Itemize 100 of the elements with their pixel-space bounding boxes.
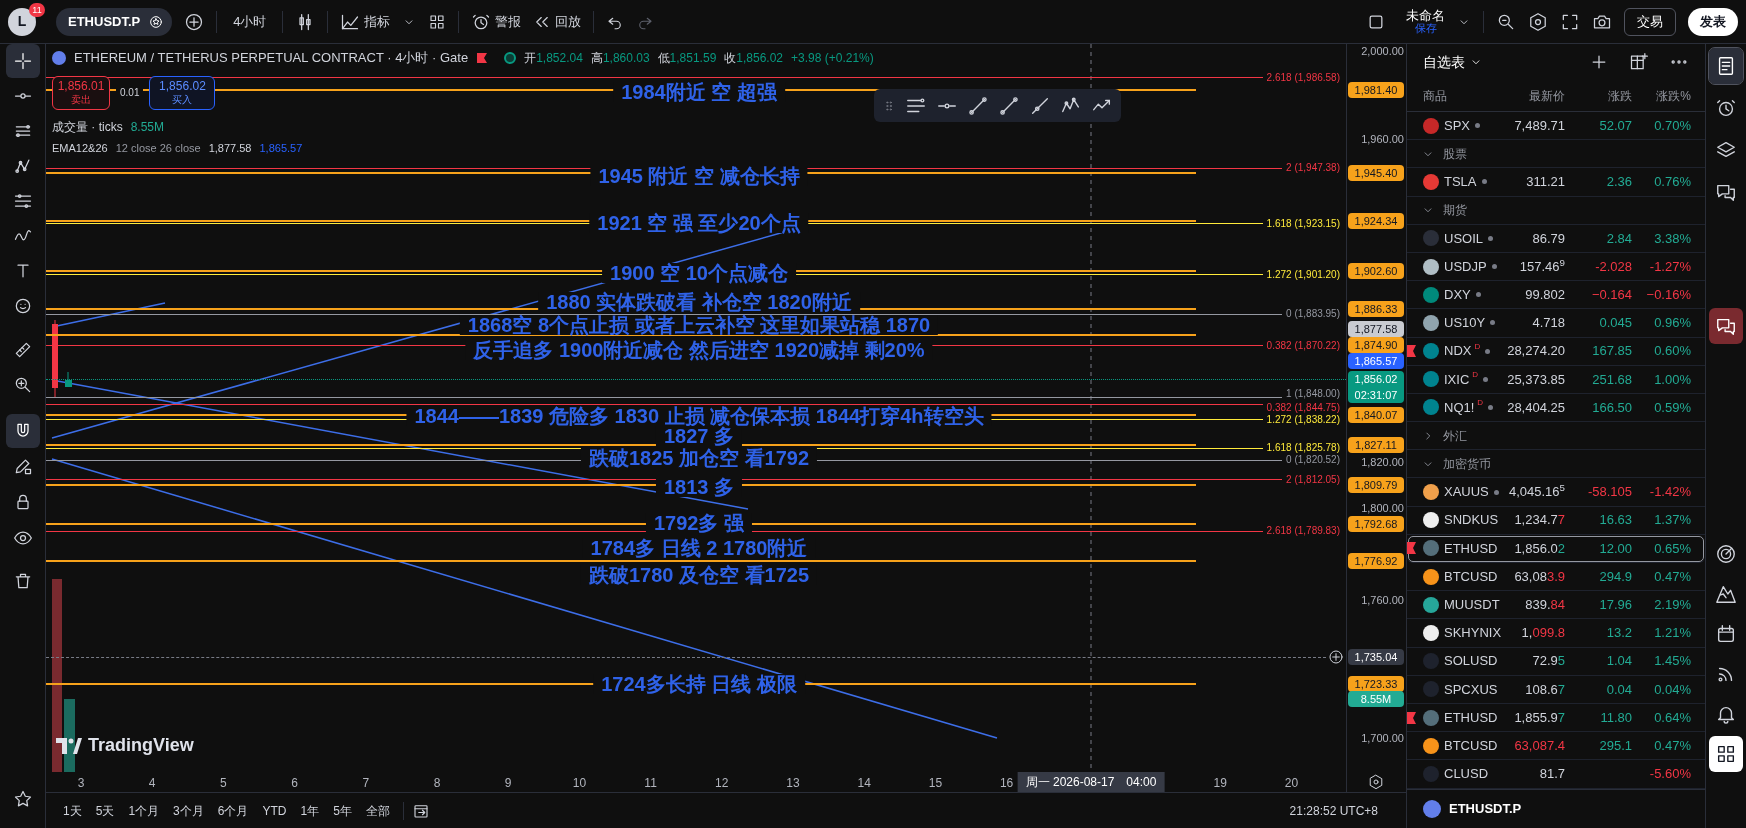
section-label[interactable]: 加密货币 [1443, 454, 1491, 473]
alert-button[interactable]: 警报 [471, 11, 522, 32]
range-button[interactable]: 1个月 [123, 798, 165, 823]
last-price: 1,234.77 [1513, 511, 1565, 530]
templates-grid-icon[interactable] [428, 12, 447, 31]
chart-annotation: 1921 空 强 至少20个点 [589, 213, 809, 233]
range-button[interactable]: 5年 [328, 798, 357, 823]
range-button[interactable]: 1年 [295, 798, 325, 823]
chart-annotation: 1945 附近 空 减仓长持 [590, 166, 808, 186]
section-label[interactable]: 期货 [1443, 201, 1467, 220]
watchlist-row[interactable]: USOIL 86.79 2.84 3.38% [1407, 224, 1705, 253]
symbol-details-title[interactable]: ETHUSDT.P [1449, 799, 1522, 819]
price-axis-label: 1,960.00 [1360, 132, 1404, 147]
price-change: 11.80 [1599, 708, 1632, 727]
trend-line-icon[interactable] [967, 94, 989, 117]
settings-icon[interactable] [1528, 11, 1548, 32]
watchlist-row[interactable]: SPCXUS 108.67 0.04 0.04% [1407, 675, 1705, 704]
price-change: 0.04 [1605, 680, 1632, 699]
column-header[interactable]: 最新价 [1501, 86, 1565, 105]
time-axis-label: 9 [504, 775, 512, 792]
range-button[interactable]: YTD [257, 798, 292, 823]
ohlc-value: 开1,852.04 [524, 49, 583, 67]
watchlist-row[interactable]: SOLUSD 72.95 1.04 1.45% [1407, 647, 1705, 676]
last-price: 63,087.4 [1513, 736, 1565, 755]
symbol-search-button[interactable]: ETHUSDT.P [56, 7, 173, 36]
flag-icon[interactable] [476, 51, 489, 64]
range-button[interactable]: 3个月 [168, 798, 209, 823]
watchlist-row[interactable]: DXY 99.802 −0.164 −0.16% [1407, 281, 1705, 310]
percent-change: 0.96% [1653, 314, 1691, 333]
interval-button[interactable]: 4小时 [229, 11, 271, 32]
last-price: 86.79 [1531, 229, 1565, 248]
watchlist-row[interactable]: CLUSD 81.7 -5.60% [1407, 760, 1705, 789]
flag-icon[interactable] [1407, 711, 1416, 724]
watchlist-row[interactable]: BTCUSD 63,087.4 295.1 0.47% [1407, 732, 1705, 761]
buy-button[interactable]: 1,856.02 买入 [149, 75, 216, 110]
table-icon[interactable] [1629, 52, 1649, 72]
replay-button[interactable]: 回放 [533, 11, 582, 32]
trade-button[interactable]: 交易 [1624, 7, 1676, 36]
chart-annotation: 1813 多 [655, 477, 743, 497]
section-label[interactable]: 股票 [1443, 144, 1467, 163]
price-change: 13.2 [1605, 624, 1632, 643]
range-button[interactable]: 1天 [58, 798, 87, 823]
watchlist-row[interactable]: US10Y 4.718 0.045 0.96% [1407, 309, 1705, 338]
column-header[interactable]: 商品 [1407, 86, 1501, 105]
price-change: 295.1 [1598, 736, 1632, 755]
magnet-tool-button[interactable] [5, 414, 40, 448]
watchlist-row[interactable]: ETHUSD 1,855.97 11.80 0.64% [1407, 703, 1705, 733]
range-button[interactable]: 5天 [90, 798, 120, 823]
crosshair-icon [12, 51, 33, 71]
column-header[interactable]: 涨跌 [1565, 86, 1632, 105]
flag-icon[interactable] [1407, 345, 1416, 358]
watchlist-row[interactable]: SNDKUS 1,234.77 16.63 1.37% [1407, 506, 1705, 535]
indicator-value: 1,877.58 [208, 140, 252, 156]
trend-line-icon[interactable] [998, 94, 1020, 117]
mountains-icon [1715, 583, 1737, 605]
watchlist-row[interactable]: SPX 7,489.71 52.07 0.70% [1407, 112, 1705, 141]
symbol-name: MUUSDT [1444, 596, 1500, 615]
price-axis-label: 1,800.00 [1360, 500, 1404, 515]
clock-text[interactable]: 21:28:52 UTC+8 [1289, 801, 1394, 820]
symbol-name: BTCUSD [1444, 567, 1498, 586]
range-button[interactable]: 全部 [360, 798, 395, 823]
last-price: 99.802 [1524, 285, 1565, 304]
compare-icon[interactable] [184, 11, 205, 32]
percent-change: 1.37% [1653, 511, 1691, 530]
watchlist-row[interactable]: SKHYNIX 1,099.8 13.2 1.21% [1407, 619, 1705, 648]
time-axis-label: 20 [1284, 775, 1299, 792]
range-button[interactable]: 6个月 [212, 798, 254, 823]
translate-button[interactable] [1709, 308, 1743, 344]
settings-icon[interactable] [1368, 774, 1384, 790]
column-header[interactable]: 涨跌% [1632, 86, 1691, 105]
watchlist-row[interactable]: MUUSDT 839.84 17.96 2.19% [1407, 591, 1705, 620]
indicators-button[interactable]: 指标 [340, 11, 391, 32]
chart-annotation: 1724多长持 日线 极限 [593, 674, 805, 694]
price-change: -2.028 [1594, 257, 1632, 276]
last-price: 25,373.85 [1506, 370, 1565, 389]
watchlist-row[interactable]: IXIC $^{D}$ 25,373.85 251.68 1.00% [1407, 365, 1705, 394]
price-change: 2.36 [1605, 173, 1632, 192]
flag-icon[interactable] [1407, 542, 1416, 555]
percent-change: 0.70% [1653, 116, 1691, 135]
price-change: -58.105 [1586, 483, 1632, 502]
apps-button[interactable] [1709, 736, 1743, 772]
watchlist-row[interactable]: BTCUSD 63,083.9 294.9 0.47% [1407, 563, 1705, 592]
crosshair-tool-button[interactable] [5, 44, 40, 78]
watchlist-row[interactable]: USDJP 157.46$^{9}$ -2.028 -1.27% [1407, 252, 1705, 282]
watchlist-row[interactable]: ETHUSD 1,856.02 12.00 0.65% [1407, 534, 1705, 563]
section-label[interactable]: 外汇 [1443, 426, 1467, 445]
publish-button[interactable]: 发表 [1688, 7, 1738, 36]
sell-button[interactable]: 1,856.01 卖出 [52, 75, 110, 110]
watchlist-row[interactable]: NDX $^{D}$ 28,274.20 167.85 0.60% [1407, 337, 1705, 366]
watchlist-row[interactable]: TSLA 311.21 2.36 0.76% [1407, 168, 1705, 197]
add-alert-icon[interactable] [1328, 649, 1344, 666]
star-icon [13, 789, 33, 809]
symbol-name: CLUSD [1444, 765, 1489, 784]
watchlist-row[interactable]: XAUUS 4,045.16$^{5}$ -58.105 -1.42% [1407, 478, 1705, 507]
layout-name-button[interactable]: 未命名 保存 [1406, 8, 1445, 35]
percent-change: 0.04% [1653, 680, 1691, 699]
watchlist-title-button[interactable]: 自选表 [1423, 51, 1483, 73]
watchlist-button[interactable] [1709, 48, 1743, 84]
time-axis-label: 12 [715, 775, 729, 792]
watchlist-row[interactable]: NQ1! $^{D}$ 28,404.25 166.50 0.59% [1407, 393, 1705, 423]
